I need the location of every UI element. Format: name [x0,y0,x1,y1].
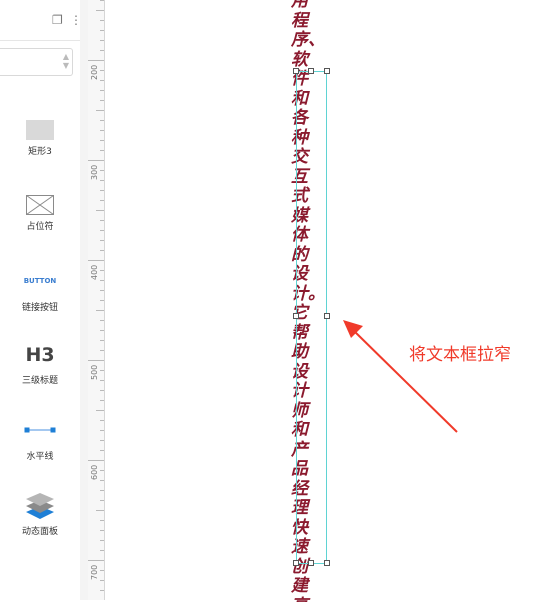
ruler-minor-tick [100,230,104,231]
ruler-minor-tick [100,200,104,201]
ruler-minor-tick [100,90,104,91]
panel-scrollbar[interactable] [80,0,88,600]
ruler-minor-tick [100,440,104,441]
widget-horizontal-line[interactable]: 水平线 [0,425,80,462]
design-canvas[interactable]: 用程序、软件和各种交互式媒体的设计。它帮助设计师和产品经理快速创建高保 将文本框… [105,0,560,602]
ruler-major-tick [88,560,104,561]
ruler-minor-tick [100,120,104,121]
ruler-minor-tick [100,320,104,321]
ruler-minor-tick [100,20,104,21]
ruler-minor-tick [100,590,104,591]
ruler-minor-tick [100,100,104,101]
ruler-minor-tick [100,140,104,141]
ruler-minor-tick [100,30,104,31]
ruler-minor-tick [96,410,104,411]
ruler-minor-tick [100,0,104,1]
widget-label: 矩形3 [28,147,52,157]
ruler-minor-tick [100,380,104,381]
widget-link-button[interactable]: BUTTON 链接按钮 [0,274,80,313]
ruler-minor-tick [100,480,104,481]
ruler-minor-tick [100,540,104,541]
ruler-minor-tick [100,370,104,371]
layers-icon [26,493,54,519]
ruler-minor-tick [100,530,104,531]
ruler-minor-tick [100,330,104,331]
ruler-minor-tick [100,240,104,241]
duplicate-icon[interactable]: ❐ [52,12,63,28]
annotation-arrow [343,320,458,433]
ruler-major-tick [88,60,104,61]
ruler-minor-tick [100,300,104,301]
widget-dynamic-panel[interactable]: 动态面板 [0,492,80,537]
ruler-minor-tick [100,430,104,431]
widget-label: 动态面板 [21,527,58,537]
ruler-minor-tick [100,500,104,501]
ruler-minor-tick [100,50,104,51]
vertical-ruler: 200 300 400 500 600 700 [88,0,105,600]
h3-preview: H3 [25,344,55,366]
ruler-major-tick [88,360,104,361]
ruler-minor-tick [100,290,104,291]
placeholder-icon [26,195,54,215]
ruler-minor-tick [96,310,104,311]
ruler-label: 700 [90,564,99,580]
ruler-minor-tick [100,80,104,81]
widget-placeholder[interactable]: 占位符 [0,195,80,232]
ruler-minor-tick [100,180,104,181]
ruler-minor-tick [100,220,104,221]
ruler-minor-tick [100,520,104,521]
ruler-minor-tick [100,550,104,551]
ruler-minor-tick [100,280,104,281]
ruler-minor-tick [100,130,104,131]
widget-rectangle[interactable]: 矩形3 [0,120,80,157]
ruler-minor-tick [100,400,104,401]
rectangle-icon [26,120,54,140]
ruler-minor-tick [100,570,104,571]
widget-library-panel: ❐ ⋮ ▲▼ 矩形3 占位符 BUTTON 链接按钮 H3 三级标题 水平线 [0,0,82,600]
annotation-label: 将文本框拉窄 [409,345,511,365]
ruler-minor-tick [100,340,104,341]
ruler-minor-tick [100,70,104,71]
widget-label: 链接按钮 [21,303,58,313]
ruler-minor-tick [100,490,104,491]
ruler-label: 400 [90,264,99,280]
ruler-label: 300 [90,164,99,180]
panel-toolbar: ❐ ⋮ [0,0,82,41]
ruler-minor-tick [100,40,104,41]
button-preview: BUTTON [23,277,57,285]
ruler-label: 200 [90,64,99,80]
widget-label: 三级标题 [21,376,58,386]
ruler-minor-tick [100,150,104,151]
ruler-minor-tick [100,170,104,171]
ruler-minor-tick [100,270,104,271]
horizontal-line-icon [24,427,56,433]
library-select[interactable]: ▲ ▼ [0,48,73,76]
widget-label: 水平线 [26,452,54,462]
ruler-minor-tick [96,510,104,511]
ruler-minor-tick [100,470,104,471]
ruler-minor-tick [100,390,104,391]
ruler-minor-tick [100,450,104,451]
ruler-minor-tick [96,110,104,111]
ruler-minor-tick [100,420,104,421]
ruler-label: 500 [90,364,99,380]
ruler-major-tick [88,260,104,261]
ruler-minor-tick [100,580,104,581]
ruler-minor-tick [100,350,104,351]
widget-heading[interactable]: H3 三级标题 [0,343,80,386]
ruler-minor-tick [100,190,104,191]
ruler-minor-tick [96,210,104,211]
ruler-major-tick [88,160,104,161]
ruler-major-tick [88,460,104,461]
widget-label: 占位符 [26,222,54,232]
ruler-minor-tick [96,10,104,11]
ruler-label: 600 [90,464,99,480]
select-arrows-icon: ▲ ▼ [62,52,69,70]
ruler-minor-tick [100,250,104,251]
